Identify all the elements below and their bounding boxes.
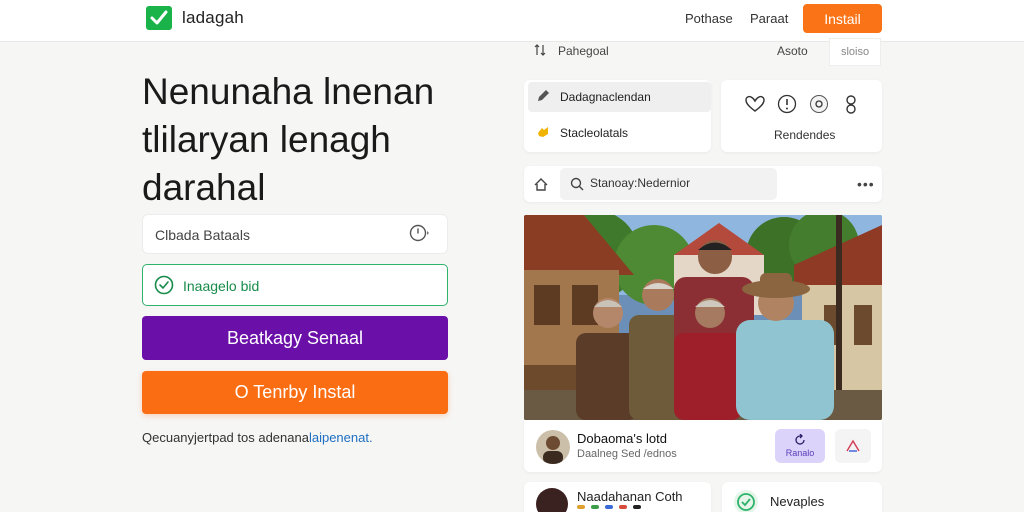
side-item-label: Dadagnaclendan [560, 90, 651, 104]
logo[interactable]: ladagah [146, 6, 244, 30]
at-icon[interactable] [809, 94, 829, 114]
top-bar: ladagah Pothase Paraat Instail [0, 0, 1024, 42]
profile-card [524, 420, 882, 472]
verified-field-label: Inaagelo bid [183, 278, 260, 294]
heart-icon[interactable] [745, 94, 765, 114]
primary-action-button[interactable]: Beatkagy Senaal [142, 316, 448, 360]
avatar[interactable] [536, 430, 570, 464]
clock-icon[interactable] [409, 224, 431, 247]
search-input[interactable] [155, 225, 405, 245]
hero-photo [524, 215, 882, 420]
hero-title: Nenunaha lnenan tlilaryan lenagh darahal [142, 71, 435, 208]
check-circle-icon [154, 275, 174, 300]
side-item-label: Stacleolatals [560, 126, 629, 140]
profile-subtitle: Daalneg Sed /ednos [577, 448, 677, 460]
panel-label-right[interactable]: Asoto [777, 44, 808, 58]
home-icon[interactable] [533, 176, 549, 197]
resources-label[interactable]: Rendendes [774, 128, 835, 142]
reload-button[interactable]: Ranalo [775, 429, 825, 463]
footnote-text: Qecuanyjertpad tos adenana [142, 430, 309, 445]
user-icon[interactable] [841, 94, 861, 114]
verified-field[interactable]: Inaagelo bid [142, 264, 448, 306]
brand-name: ladagah [182, 8, 244, 27]
footnote: Qecuanyjertpad tos adenanalaipenenat. [142, 430, 373, 445]
avatar [536, 488, 568, 512]
side-item-stacleolatals[interactable]: Stacleolatals [528, 118, 711, 148]
small-action-button[interactable]: sloiso [829, 38, 881, 66]
secondary-search[interactable] [560, 168, 777, 200]
icon-row [745, 94, 861, 114]
color-tags [577, 505, 641, 509]
search-icon [570, 177, 584, 196]
nav-link-pothase[interactable]: Pothase [685, 11, 733, 26]
install-button[interactable]: Instail [803, 4, 882, 33]
nav-link-paraat[interactable]: Paraat [750, 11, 788, 26]
more-options-icon[interactable]: ••• [857, 176, 875, 192]
secondary-search-input[interactable] [590, 176, 770, 190]
reload-button-label: Ranalo [785, 448, 815, 458]
hand-icon [536, 125, 550, 142]
check-circle-icon [733, 489, 759, 512]
share-icon [846, 439, 860, 452]
bottom-card-title: Naadahanan Coth [577, 489, 683, 504]
side-item-dadagnaclendan[interactable]: Dadagnaclendan [528, 82, 711, 112]
panel-label: Pahegoal [558, 44, 609, 58]
sort-icon[interactable] [534, 44, 548, 59]
bottom-card-title: Nevaples [770, 494, 825, 509]
profile-name: Dobaoma's lotd [577, 431, 667, 446]
footnote-link[interactable]: laipenenat. [309, 430, 373, 445]
checkmark-logo-icon [146, 6, 172, 30]
search-field[interactable] [142, 214, 448, 254]
install-action-button[interactable]: O Tenrby Instal [142, 371, 448, 414]
alert-icon[interactable] [777, 94, 797, 114]
share-button[interactable] [835, 429, 871, 463]
refresh-icon [795, 434, 805, 445]
pencil-icon [536, 89, 550, 106]
